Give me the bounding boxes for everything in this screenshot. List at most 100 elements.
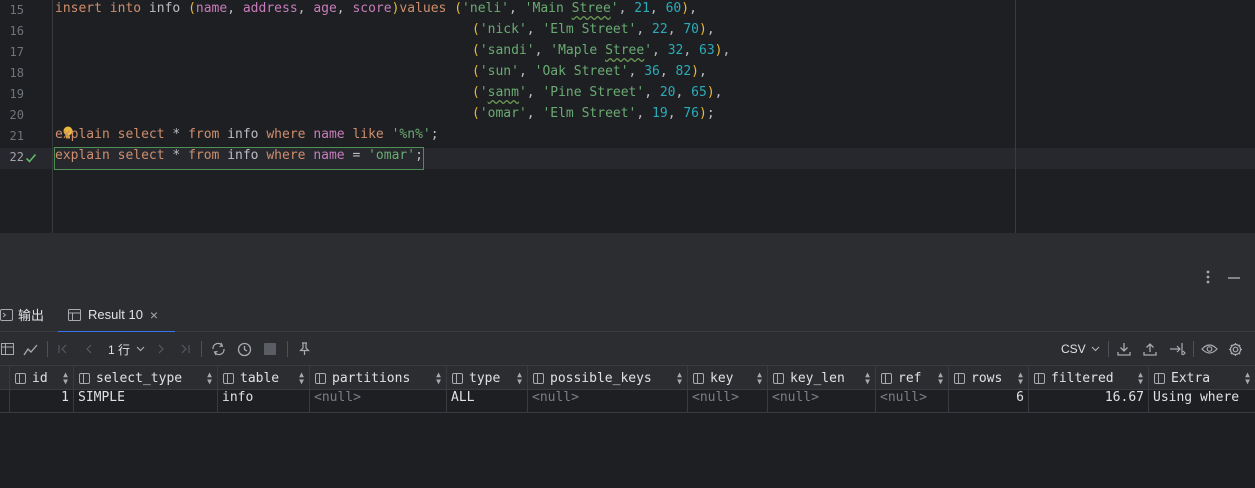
column-header-label: filtered — [1051, 370, 1114, 386]
line-number: 17 — [9, 45, 24, 59]
cell-table[interactable]: info — [218, 390, 310, 413]
pin-icon[interactable] — [297, 341, 311, 357]
column-icon — [223, 372, 234, 384]
row-number-cell — [0, 390, 10, 413]
sort-icon[interactable]: ▲ ▼ — [516, 371, 523, 386]
column-header-label: key — [710, 370, 734, 386]
next-page-icon[interactable] — [154, 341, 168, 357]
tab-output[interactable]: 输出 — [0, 297, 52, 332]
column-header-partitions[interactable]: partitions ▲ ▼ — [310, 366, 447, 390]
column-header-rows[interactable]: rows ▲ ▼ — [949, 366, 1029, 390]
code-line-19: ('sanm', 'Pine Street', 20, 65), — [472, 85, 723, 100]
compare-icon[interactable] — [1168, 341, 1186, 357]
line-number: 20 — [9, 108, 24, 122]
chevron-down-icon — [1091, 346, 1100, 352]
column-header-table[interactable]: table ▲ ▼ — [218, 366, 310, 390]
column-header-label: ref — [898, 370, 922, 386]
line-number: 16 — [9, 24, 24, 38]
sort-icon[interactable]: ▲ ▼ — [1017, 371, 1024, 386]
column-icon — [773, 372, 784, 384]
sort-icon[interactable]: ▲ ▼ — [1244, 371, 1251, 386]
executed-check-icon — [25, 153, 37, 163]
export-format-label: CSV — [1061, 342, 1086, 356]
column-header-key-len[interactable]: key_len ▲ ▼ — [768, 366, 876, 390]
column-header-label: table — [240, 370, 280, 386]
code-line-15: insert into info (name, address, age, sc… — [55, 1, 697, 16]
table-view-icon[interactable] — [0, 341, 14, 357]
tab-result-10[interactable]: Result 10 × — [58, 297, 175, 333]
clock-icon[interactable] — [236, 341, 252, 357]
column-header-possible-keys[interactable]: possible_keys ▲ ▼ — [528, 366, 688, 390]
cell-ref[interactable]: <null> — [876, 390, 949, 413]
stop-icon[interactable] — [263, 342, 277, 356]
code-line-20: ('omar', 'Elm Street', 19, 76); — [472, 106, 715, 121]
line-gutter: 15 16 17 18 19 20 21 22 — [0, 0, 53, 233]
download-icon[interactable] — [1116, 341, 1132, 357]
gear-icon[interactable] — [1227, 341, 1243, 357]
column-header-label: partitions — [332, 370, 411, 386]
cell-id[interactable]: 1 — [10, 390, 74, 413]
column-header-label: type — [469, 370, 501, 386]
column-header-label: id — [32, 370, 48, 386]
eye-icon[interactable] — [1200, 341, 1218, 357]
cell-rows[interactable]: 6 — [949, 390, 1029, 413]
column-icon — [1154, 372, 1165, 384]
column-icon — [315, 372, 326, 384]
cell-partitions[interactable]: <null> — [310, 390, 447, 413]
column-header-ref[interactable]: ref ▲ ▼ — [876, 366, 949, 390]
minimize-icon[interactable] — [1226, 269, 1242, 285]
upload-icon[interactable] — [1142, 341, 1158, 357]
services-panel: 输出 Result 10 × 1 行 CSV id ▲ ▼ select_typ… — [0, 257, 1255, 488]
sort-icon[interactable]: ▲ ▼ — [62, 371, 69, 386]
row-count-selector[interactable]: 1 行 — [108, 332, 145, 366]
cell-extra[interactable]: Using where — [1149, 390, 1255, 413]
reload-icon[interactable] — [210, 341, 226, 357]
column-icon — [881, 372, 892, 384]
sort-icon[interactable]: ▲ ▼ — [756, 371, 763, 386]
sort-icon[interactable]: ▲ ▼ — [435, 371, 442, 386]
cell-key-len[interactable]: <null> — [768, 390, 876, 413]
close-tab-icon[interactable]: × — [150, 307, 158, 323]
panel-splitter[interactable] — [0, 233, 1255, 257]
export-format-selector[interactable]: CSV — [1061, 332, 1100, 366]
cell-type[interactable]: ALL — [447, 390, 528, 413]
column-header-id[interactable]: id ▲ ▼ — [10, 366, 74, 390]
chart-view-icon[interactable] — [22, 341, 38, 357]
tab-label: 输出 — [18, 308, 45, 323]
sort-icon[interactable]: ▲ ▼ — [937, 371, 944, 386]
cell-select-type[interactable]: SIMPLE — [74, 390, 218, 413]
column-header-label: key_len — [790, 370, 845, 386]
column-icon — [452, 372, 463, 384]
console-icon — [0, 308, 13, 321]
first-page-icon[interactable] — [56, 341, 70, 357]
cell-filtered[interactable]: 16.67 — [1029, 390, 1149, 413]
code-line-21: explain select * from info where name li… — [55, 127, 439, 142]
grid-header-row: id ▲ ▼ select_type ▲ ▼ table ▲ ▼ partitions ▲ ▼ … — [0, 366, 1255, 390]
sort-icon[interactable]: ▲ ▼ — [1137, 371, 1144, 386]
column-header-key[interactable]: key ▲ ▼ — [688, 366, 768, 390]
more-options-icon[interactable] — [1200, 269, 1216, 285]
row-number-header — [0, 366, 10, 390]
column-header-type[interactable]: type ▲ ▼ — [447, 366, 528, 390]
sql-editor[interactable]: 15 16 17 18 19 20 21 22 insert into info… — [0, 0, 1255, 233]
sort-icon[interactable]: ▲ ▼ — [676, 371, 683, 386]
column-header-select-type[interactable]: select_type ▲ ▼ — [74, 366, 218, 390]
table-row[interactable]: 1 SIMPLE info <null> ALL <null> <null> <… — [0, 390, 1255, 413]
column-icon — [79, 372, 90, 384]
sort-icon[interactable]: ▲ ▼ — [864, 371, 871, 386]
column-icon — [693, 372, 704, 384]
cell-possible-keys[interactable]: <null> — [528, 390, 688, 413]
column-header-label: possible_keys — [550, 370, 652, 386]
sort-icon[interactable]: ▲ ▼ — [206, 371, 213, 386]
toolbar-separator — [1193, 341, 1194, 357]
right-margin-guide — [1015, 0, 1016, 233]
panel-header — [0, 257, 1255, 297]
column-header-filtered[interactable]: filtered ▲ ▼ — [1029, 366, 1149, 390]
last-page-icon[interactable] — [178, 341, 192, 357]
code-line-18: ('sun', 'Oak Street', 36, 82), — [472, 64, 707, 79]
sort-icon[interactable]: ▲ ▼ — [298, 371, 305, 386]
column-header-label: select_type — [96, 370, 183, 386]
previous-page-icon[interactable] — [82, 341, 96, 357]
cell-key[interactable]: <null> — [688, 390, 768, 413]
column-header-extra[interactable]: Extra ▲ ▼ — [1149, 366, 1255, 390]
